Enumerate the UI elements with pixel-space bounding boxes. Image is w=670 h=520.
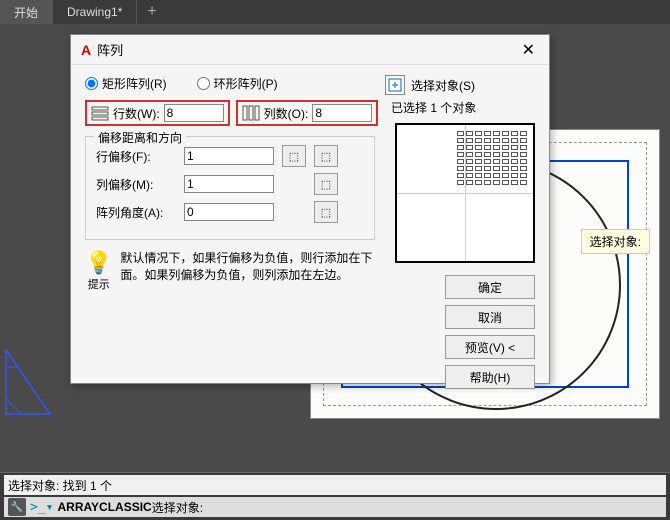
tabs-bar: 开始 Drawing1* + [0, 0, 670, 24]
angle-label: 阵列角度(A): [96, 204, 176, 221]
select-objects-label: 选择对象(S) [411, 77, 475, 94]
angle-input[interactable] [184, 203, 274, 221]
preview-grid [457, 131, 527, 185]
hint-label: 提示 [85, 276, 112, 292]
cols-icon [242, 105, 260, 121]
ucs-icon [3, 347, 53, 422]
close-icon[interactable]: ✕ [518, 40, 539, 60]
help-button[interactable]: 帮助(H) [445, 365, 535, 389]
row-offset-input[interactable] [184, 147, 274, 165]
radio-rect[interactable]: 矩形阵列(R) [85, 75, 167, 92]
command-name: ARRAYCLASSIC [57, 500, 151, 514]
preview-cross-h [397, 193, 533, 194]
pick-both-offset-button[interactable]: ⬚ [282, 145, 306, 167]
rows-group: 行数(W): [85, 100, 230, 126]
select-objects-button[interactable] [385, 75, 405, 95]
command-history-line: 选择对象: 找到 1 个 [4, 475, 666, 495]
tab-start[interactable]: 开始 [0, 0, 53, 24]
radio-polar-input[interactable] [197, 77, 210, 90]
radio-rect-input[interactable] [85, 77, 98, 90]
ok-button[interactable]: 确定 [445, 275, 535, 299]
preview-pane [395, 123, 535, 263]
col-offset-input[interactable] [184, 175, 274, 193]
command-prompt-icon: >_▾ [30, 500, 53, 515]
pick-angle-button[interactable]: ⬚ [314, 201, 338, 223]
command-input-line[interactable]: 🔧 >_▾ ARRAYCLASSIC 选择对象: [4, 497, 666, 517]
col-offset-label: 列偏移(M): [96, 176, 176, 193]
workspace: 选择对象: A 阵列 ✕ 矩形阵列(R) 环形阵列( [0, 24, 670, 472]
radio-polar[interactable]: 环形阵列(P) [197, 75, 278, 92]
tab-add[interactable]: + [137, 0, 166, 24]
lightbulb-icon: 💡 [85, 250, 112, 276]
offset-legend: 偏移距离和方向 [94, 129, 186, 146]
rows-label: 行数(W): [113, 105, 160, 122]
cols-label: 列数(O): [264, 105, 309, 122]
hint-row: 💡 提示 默认情况下，如果行偏移为负值，则行添加在下面。如果列偏移为负值，则列添… [85, 250, 375, 292]
selected-count: 已选择 1 个对象 [391, 99, 535, 116]
selection-tooltip: 选择对象: [581, 229, 650, 254]
wrench-icon[interactable]: 🔧 [8, 498, 26, 516]
pick-col-offset-button[interactable]: ⬚ [314, 173, 338, 195]
dialog-titlebar: A 阵列 ✕ [71, 35, 549, 65]
offset-group: 偏移距离和方向 行偏移(F): ⬚ ⬚ 列偏移(M): ⬚ [85, 136, 375, 240]
tab-drawing[interactable]: Drawing1* [53, 0, 137, 24]
row-offset-label: 行偏移(F): [96, 148, 176, 165]
cols-group: 列数(O): [236, 100, 379, 126]
app-logo-icon: A [81, 42, 91, 58]
cols-input[interactable] [312, 104, 372, 122]
command-rest: 选择对象: [152, 499, 203, 516]
cancel-button[interactable]: 取消 [445, 305, 535, 329]
dialog-title-text: 阵列 [97, 40, 517, 59]
array-dialog: A 阵列 ✕ 矩形阵列(R) 环形阵列(P) [70, 34, 550, 384]
radio-polar-label: 环形阵列(P) [214, 75, 278, 92]
radio-rect-label: 矩形阵列(R) [102, 75, 167, 92]
command-history-text: 选择对象: 找到 1 个 [8, 477, 112, 494]
rows-input[interactable] [164, 104, 224, 122]
preview-button[interactable]: 预览(V) < [445, 335, 535, 359]
command-area: 选择对象: 找到 1 个 🔧 >_▾ ARRAYCLASSIC 选择对象: [0, 472, 670, 520]
rows-icon [91, 105, 109, 121]
pick-row-offset-button[interactable]: ⬚ [314, 145, 338, 167]
hint-text: 默认情况下，如果行偏移为负值，则行添加在下面。如果列偏移为负值，则列添加在左边。 [120, 250, 375, 292]
